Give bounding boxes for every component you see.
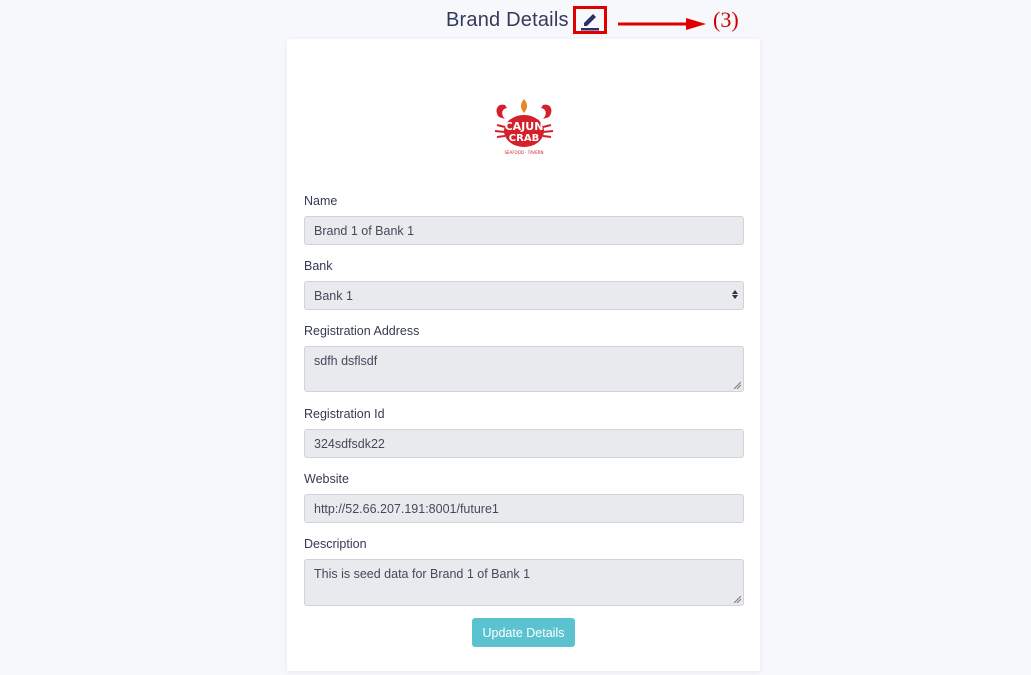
resize-grip-icon[interactable] [733,595,741,603]
description-label: Description [304,537,367,551]
logo-tagline: SEAFOOD · TAVERN [505,150,544,155]
regid-label: Registration Id [304,407,385,421]
resize-grip-icon[interactable] [733,381,741,389]
logo-text-line2: CRAB [509,133,539,144]
page-title: Brand Details [446,9,569,31]
annotation-arrow [618,18,706,30]
website-field[interactable]: http://52.66.207.191:8001/future1 [304,494,744,523]
logo-text-line1: CAJUN [505,120,544,133]
address-label: Registration Address [304,324,420,338]
address-textarea[interactable]: sdfh dsflsdf [304,346,744,392]
bank-label: Bank [304,259,333,273]
update-details-button[interactable]: Update Details [472,618,575,647]
pencil-edit-icon [581,14,599,31]
description-textarea[interactable]: This is seed data for Brand 1 of Bank 1 [304,559,744,606]
bank-select[interactable]: Bank 1 [304,281,744,310]
select-chevron-icon [732,290,738,299]
address-value: sdfh dsflsdf [314,354,378,368]
name-field[interactable]: Brand 1 of Bank 1 [304,216,744,245]
name-value: Brand 1 of Bank 1 [314,223,415,238]
brand-logo: CAJUN CRAB SEAFOOD · TAVERN [494,99,554,155]
bank-value: Bank 1 [314,288,353,303]
website-label: Website [304,472,349,486]
regid-field[interactable]: 324sdfsdk22 [304,429,744,458]
edit-button[interactable] [573,6,607,34]
page-header: Brand Details (3) [0,6,1031,36]
website-value: http://52.66.207.191:8001/future1 [314,501,499,516]
regid-value: 324sdfsdk22 [314,436,385,451]
description-value: This is seed data for Brand 1 of Bank 1 [314,567,531,581]
name-label: Name [304,194,338,208]
brand-details-card: CAJUN CRAB SEAFOOD · TAVERN Name Brand 1… [287,39,760,671]
annotation-label: (3) [713,7,739,32]
